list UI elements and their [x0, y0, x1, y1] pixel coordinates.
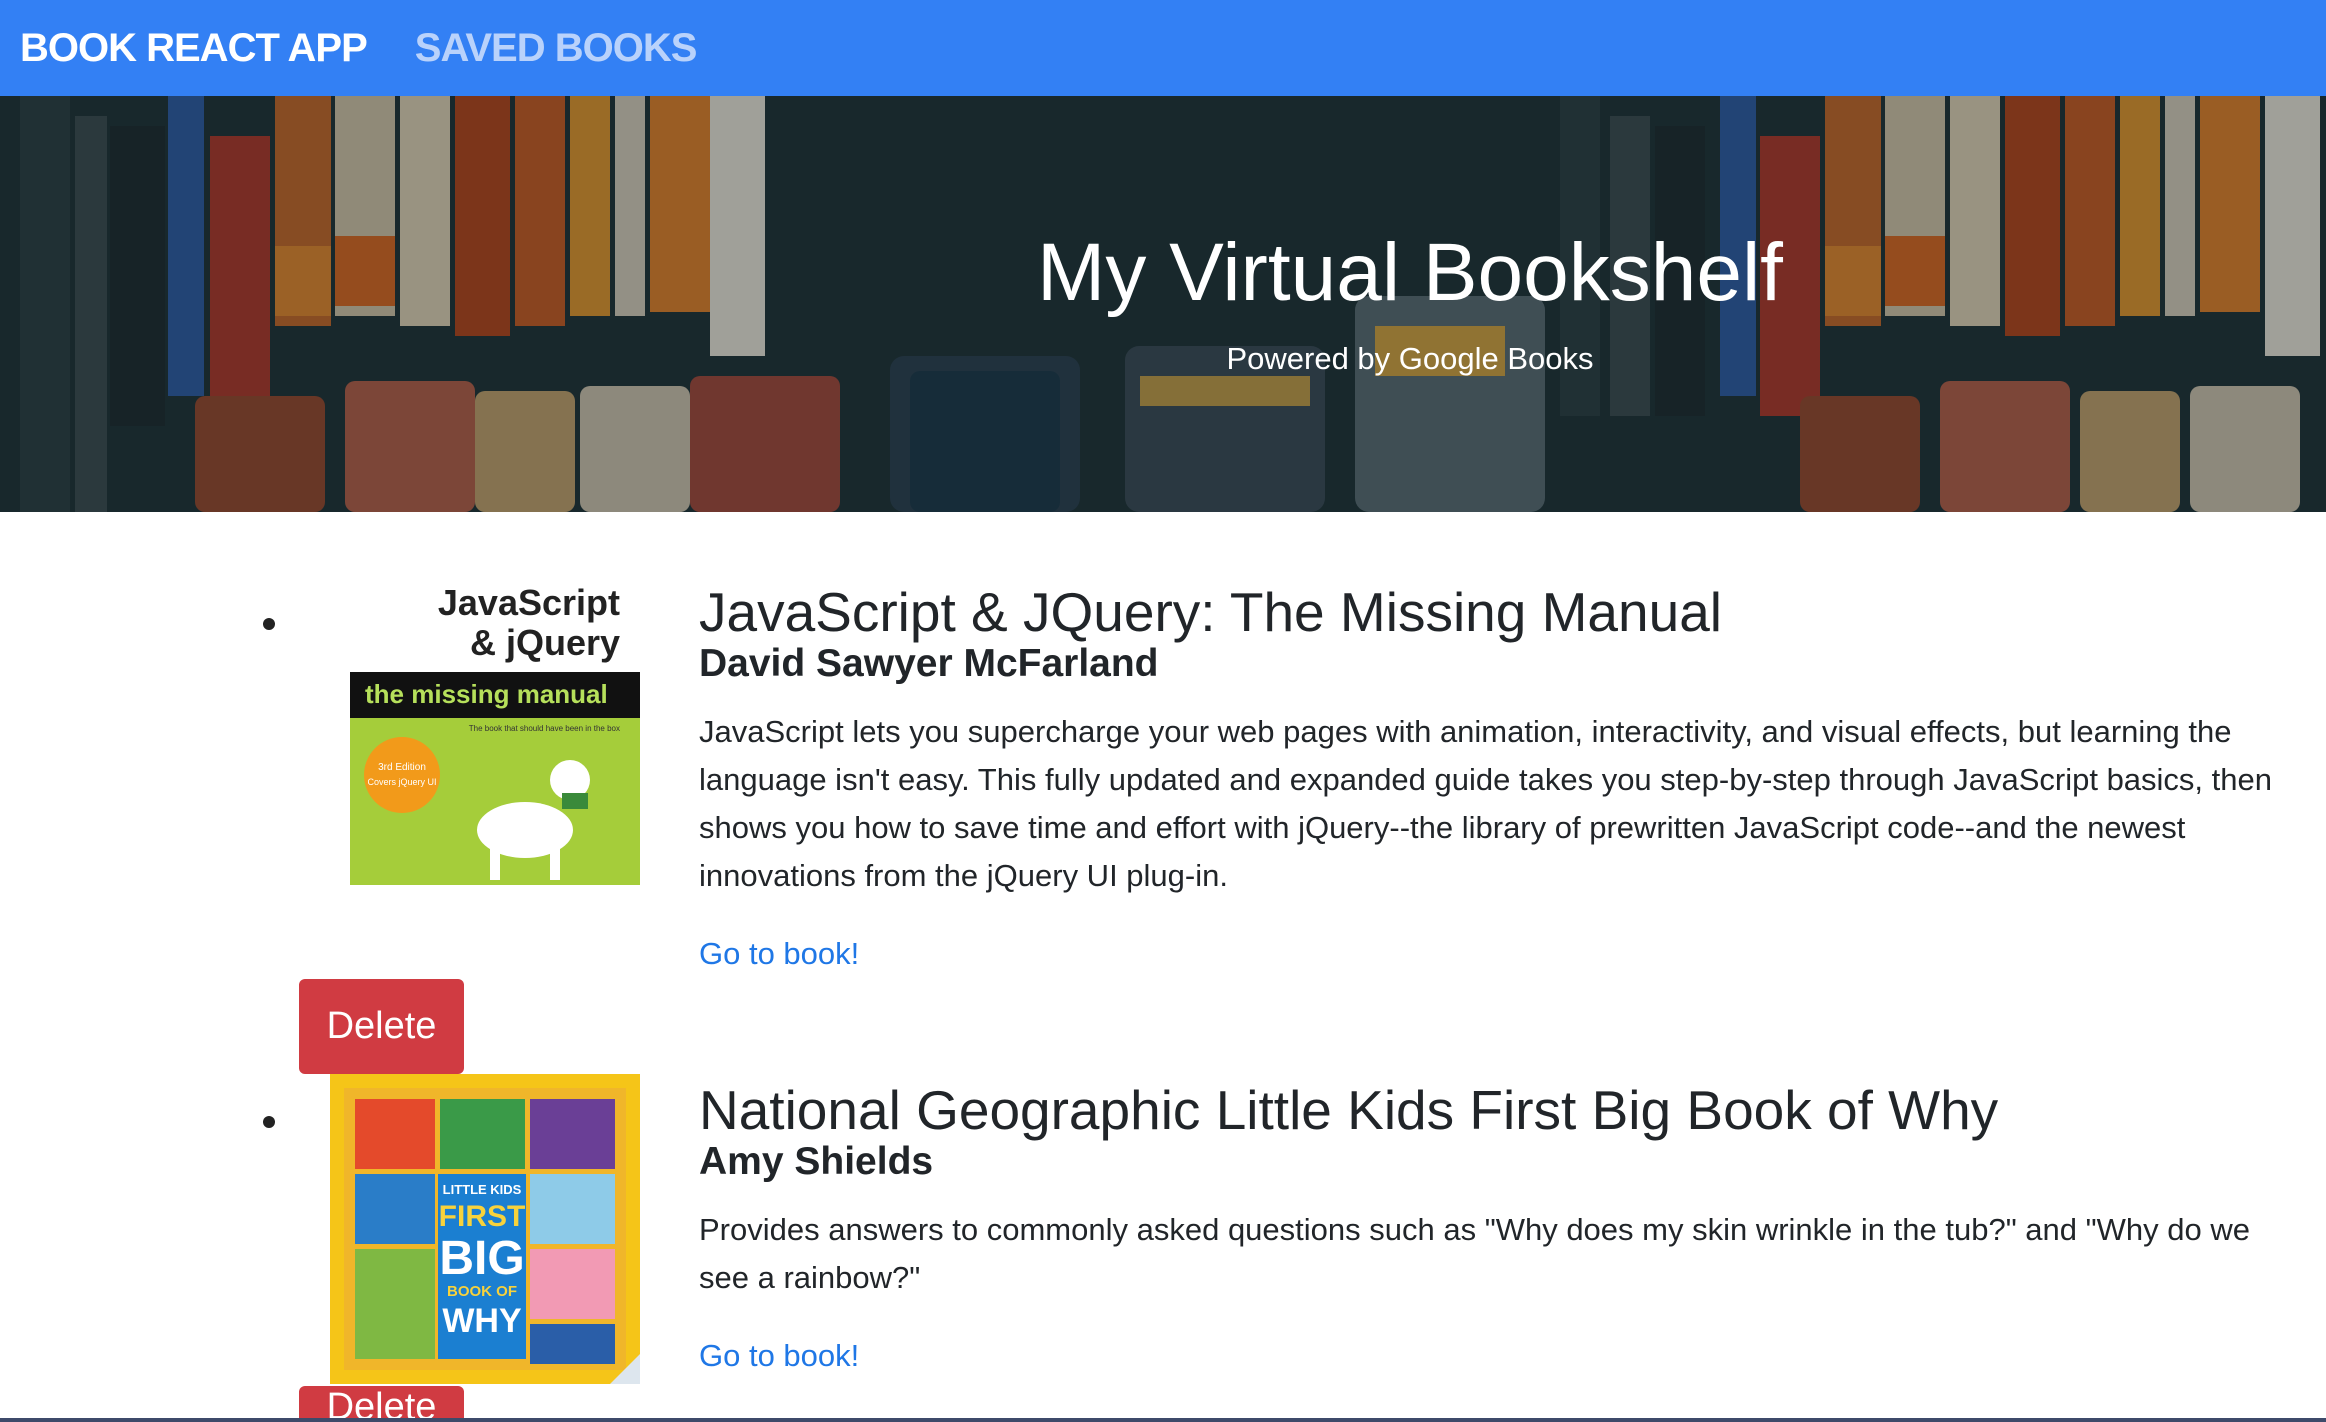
book-list: JavaScript & jQuery the missing manual T… — [0, 512, 2326, 1422]
book-cover-image: LITTLE KIDS FIRST BIG BOOK OF WHY — [330, 1074, 640, 1384]
hero-subtitle: Powered by Google Books — [1226, 341, 1594, 376]
list-bullet — [263, 618, 275, 630]
hero-title: My Virtual Bookshelf — [1037, 227, 1783, 318]
delete-button[interactable]: Delete — [299, 1386, 464, 1422]
svg-text:The book that should have been: The book that should have been in the bo… — [469, 724, 620, 733]
book-author: David Sawyer McFarland — [699, 642, 1159, 685]
svg-text:Covers jQuery UI: Covers jQuery UI — [367, 777, 436, 787]
saved-books-link[interactable]: SAVED BOOKS — [415, 26, 698, 71]
book-author: Amy Shields — [699, 1140, 934, 1183]
svg-text:BIG: BIG — [439, 1232, 524, 1285]
list-bullet — [263, 1116, 275, 1128]
svg-text:& jQuery: & jQuery — [470, 622, 620, 663]
delete-button[interactable]: Delete — [299, 979, 464, 1074]
book-title: JavaScript & JQuery: The Missing Manual — [699, 581, 1723, 643]
book-description: Provides answers to commonly asked quest… — [699, 1212, 2250, 1295]
svg-text:BOOK OF: BOOK OF — [447, 1283, 517, 1300]
svg-text:LITTLE KIDS: LITTLE KIDS — [443, 1182, 522, 1197]
svg-text:WHY: WHY — [442, 1302, 522, 1340]
book-cover-image: JavaScript & jQuery the missing manual T… — [330, 575, 640, 885]
svg-text:JavaScript: JavaScript — [438, 582, 620, 623]
window-bottom-border — [0, 1418, 2326, 1422]
brand-link[interactable]: BOOK REACT APP — [20, 26, 368, 71]
svg-text:the missing manual: the missing manual — [365, 679, 608, 709]
go-to-book-link[interactable]: Go to book! — [699, 1338, 859, 1374]
svg-text:3rd Edition: 3rd Edition — [378, 762, 426, 773]
book-description: JavaScript lets you supercharge your web… — [699, 714, 2272, 893]
hero-banner: My Virtual Bookshelf Powered by Google B… — [0, 96, 2326, 512]
navbar: BOOK REACT APP SAVED BOOKS — [0, 0, 2326, 96]
book-title: National Geographic Little Kids First Bi… — [699, 1079, 1999, 1141]
go-to-book-link[interactable]: Go to book! — [699, 936, 859, 972]
svg-text:FIRST: FIRST — [439, 1200, 526, 1233]
